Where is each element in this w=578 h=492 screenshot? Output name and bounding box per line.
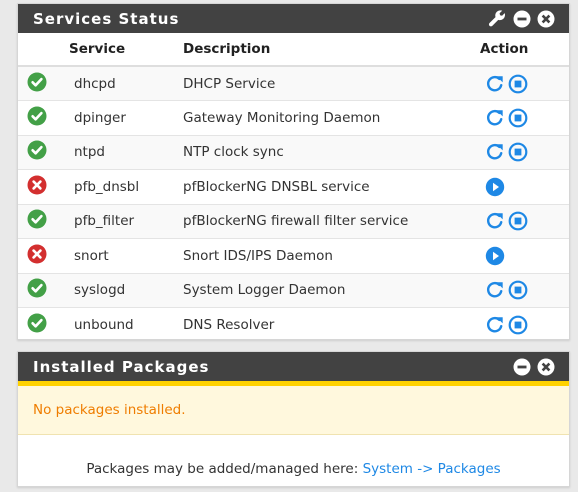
minimize-icon[interactable] xyxy=(513,10,531,28)
packages-footer: Packages may be added/managed here: Syst… xyxy=(18,435,569,491)
stop-icon[interactable] xyxy=(508,280,528,300)
action-buttons xyxy=(485,211,569,231)
service-name: snort xyxy=(57,238,166,273)
table-row: dhcpd DHCP Service xyxy=(18,66,569,101)
wrench-icon[interactable] xyxy=(488,9,507,28)
status-cell xyxy=(18,134,57,170)
service-name: pfb_dnsbl xyxy=(57,169,166,204)
check-circle-icon xyxy=(27,72,57,96)
close-icon[interactable] xyxy=(537,358,555,376)
action-cell xyxy=(475,238,569,273)
check-circle-icon xyxy=(27,278,57,302)
table-row: dpinger Gateway Monitoring Daemon xyxy=(18,100,569,135)
installed-packages-heading: Installed Packages xyxy=(18,352,569,381)
action-cell xyxy=(475,169,569,204)
footer-prefix: Packages may be added/managed here: xyxy=(86,461,363,477)
services-table-body: dhcpd DHCP Service dpinger Gateway Monitori… xyxy=(18,66,569,342)
restart-icon[interactable] xyxy=(485,108,505,128)
stop-icon[interactable] xyxy=(508,211,528,231)
status-cell xyxy=(18,238,57,273)
action-buttons xyxy=(485,315,569,335)
restart-icon[interactable] xyxy=(485,315,505,335)
stop-icon[interactable] xyxy=(508,74,528,94)
service-description: NTP clock sync xyxy=(166,134,475,170)
services-status-heading: Services Status xyxy=(18,4,569,33)
service-description: pfBlockerNG firewall filter service xyxy=(166,203,475,239)
action-buttons xyxy=(485,280,569,300)
start-icon[interactable] xyxy=(485,177,505,197)
x-circle-icon xyxy=(27,244,57,268)
service-column-header: Service xyxy=(57,33,166,67)
status-cell xyxy=(18,203,57,239)
stop-icon[interactable] xyxy=(508,142,528,162)
table-row: syslogd System Logger Daemon xyxy=(18,272,569,308)
stop-icon[interactable] xyxy=(508,108,528,128)
action-buttons xyxy=(485,246,569,266)
action-cell xyxy=(475,272,569,308)
panel-title: Installed Packages xyxy=(33,357,210,376)
description-column-header: Description xyxy=(166,33,475,67)
status-cell xyxy=(18,272,57,308)
close-icon[interactable] xyxy=(537,10,555,28)
service-name: dhcpd xyxy=(57,66,166,101)
restart-icon[interactable] xyxy=(485,74,505,94)
check-circle-icon xyxy=(27,313,57,337)
service-name: unbound xyxy=(57,307,166,342)
action-buttons xyxy=(485,108,569,128)
x-circle-icon xyxy=(27,175,57,199)
action-cell xyxy=(475,66,569,101)
action-cell xyxy=(475,203,569,239)
service-description: pfBlockerNG DNSBL service xyxy=(166,169,475,204)
restart-icon[interactable] xyxy=(485,211,505,231)
stop-icon[interactable] xyxy=(508,315,528,335)
service-name: syslogd xyxy=(57,272,166,308)
check-circle-icon xyxy=(27,209,57,233)
installed-packages-panel: Installed Packages No packages installed… xyxy=(17,351,570,487)
table-row: unbound DNS Resolver xyxy=(18,307,569,342)
action-cell xyxy=(475,100,569,135)
service-name: ntpd xyxy=(57,134,166,170)
status-cell xyxy=(18,169,57,204)
action-buttons xyxy=(485,142,569,162)
system-packages-link[interactable]: System -> Packages xyxy=(363,461,501,477)
action-buttons xyxy=(485,177,569,197)
action-cell xyxy=(475,307,569,342)
no-packages-alert: No packages installed. xyxy=(18,386,569,435)
service-description: DHCP Service xyxy=(166,66,475,101)
panel-title: Services Status xyxy=(33,9,180,28)
check-circle-icon xyxy=(27,106,57,130)
table-row: pfb_dnsbl pfBlockerNG DNSBL service xyxy=(18,169,569,204)
service-description: System Logger Daemon xyxy=(166,272,475,308)
action-buttons xyxy=(485,74,569,94)
restart-icon[interactable] xyxy=(485,142,505,162)
status-cell xyxy=(18,100,57,135)
status-cell xyxy=(18,307,57,342)
services-table: Service Description Action dhcpd DHCP Ser… xyxy=(18,33,569,342)
status-column-header xyxy=(18,33,57,67)
service-name: dpinger xyxy=(57,100,166,135)
table-header-row: Service Description Action xyxy=(18,33,569,67)
action-cell xyxy=(475,134,569,170)
service-description: Gateway Monitoring Daemon xyxy=(166,100,475,135)
table-row: pfb_filter pfBlockerNG firewall filter se… xyxy=(18,203,569,239)
service-description: Snort IDS/IPS Daemon xyxy=(166,238,475,273)
service-description: DNS Resolver xyxy=(166,307,475,342)
table-row: snort Snort IDS/IPS Daemon xyxy=(18,238,569,273)
check-circle-icon xyxy=(27,140,57,164)
minimize-icon[interactable] xyxy=(513,358,531,376)
table-row: ntpd NTP clock sync xyxy=(18,134,569,170)
service-name: pfb_filter xyxy=(57,203,166,239)
heading-icons xyxy=(513,358,555,376)
alert-text: No packages installed. xyxy=(33,402,186,418)
start-icon[interactable] xyxy=(485,246,505,266)
action-column-header: Action xyxy=(475,33,569,67)
heading-icons xyxy=(488,9,555,28)
services-status-panel: Services Status Service Description Acti… xyxy=(17,3,570,342)
restart-icon[interactable] xyxy=(485,280,505,300)
status-cell xyxy=(18,66,57,101)
